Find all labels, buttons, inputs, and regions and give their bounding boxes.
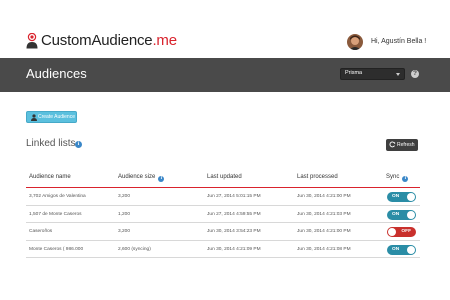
cell-audience-name: Caseroños (29, 229, 53, 235)
column-header-audience-name: Audience name (29, 174, 71, 180)
page-title: Audiences (26, 66, 87, 81)
top-bar: CustomAudience.me Hi, Agustín Bella ! (0, 0, 450, 58)
brand-logo[interactable]: CustomAudience.me (41, 32, 177, 49)
toggle-knob (407, 193, 415, 201)
linked-lists-table: Audience name Audience size i Last update… (26, 166, 420, 259)
column-header-last-updated: Last updated (207, 174, 242, 180)
table-row: Caseroños 3,200 Jun 30, 2014 3:54:23 PM … (26, 223, 420, 241)
cell-audience-name: 3,702 Amigos de Valentina (29, 194, 86, 199)
sync-toggle-label: ON (392, 194, 400, 199)
sync-toggle[interactable]: ON (387, 192, 416, 202)
cell-last-updated: Jun 30, 2014 4:21:09 PM (207, 246, 261, 252)
cell-audience-name: 1,507 de Monte Caseros (29, 211, 82, 217)
toggle-knob (388, 228, 396, 237)
section-title: Linked lists i (26, 138, 82, 149)
cell-audience-size: 2,600 (syncing) (118, 246, 151, 252)
table-row: 3,702 Amigos de Valentina 3,200 Jun 27, … (26, 188, 420, 206)
create-audience-label: Create Audience (38, 114, 75, 120)
cell-audience-size: 3,200 (118, 194, 131, 199)
account-select-value: Prisma (345, 70, 363, 76)
info-icon[interactable]: i (158, 176, 165, 182)
sync-toggle[interactable]: OFF (387, 227, 416, 238)
column-header-audience-size: Audience size i (118, 174, 165, 182)
cell-last-updated: Jun 27, 2014 4:59:55 PM (207, 211, 261, 217)
avatar[interactable] (347, 34, 363, 50)
page-header: Audiences Prisma ? (0, 58, 450, 92)
cell-last-processed: Jun 30, 2014 4:21:08 PM (297, 246, 351, 252)
column-header-sync: Sync i (386, 174, 409, 182)
user-greeting[interactable]: Hi, Agustín Bella ! (371, 38, 426, 45)
refresh-label: Refresh (397, 141, 415, 148)
sync-toggle-label: ON (392, 246, 400, 252)
account-select[interactable]: Prisma (340, 68, 405, 80)
info-icon[interactable]: i (402, 176, 409, 182)
refresh-button[interactable]: Refresh (386, 139, 418, 151)
sync-toggle-label: OFF (401, 229, 411, 235)
sync-toggle[interactable]: ON (387, 244, 416, 255)
create-audience-button[interactable]: Create Audience (26, 111, 77, 123)
column-header-last-processed: Last processed (297, 174, 338, 180)
table-row: Monte Caseros ( 986.000 2,600 (syncing) … (26, 241, 420, 259)
brand-name: CustomAudience (41, 32, 153, 49)
refresh-icon (389, 141, 396, 148)
cell-audience-name: Monte Caseros ( 986.000 (29, 246, 84, 252)
logo-icon (26, 33, 38, 49)
toggle-knob (407, 210, 415, 219)
cell-last-processed: Jun 30, 2014 4:21:00 PM (297, 194, 351, 199)
sync-toggle[interactable]: ON (387, 209, 416, 220)
sync-toggle-label: ON (392, 211, 400, 217)
cell-audience-size: 3,200 (118, 229, 131, 235)
brand-tld: .me (152, 32, 177, 49)
cell-last-processed: Jun 30, 2014 4:21:00 PM (297, 229, 351, 235)
table-header: Audience name Audience size i Last update… (26, 166, 420, 188)
cell-last-updated: Jun 27, 2014 5:01:15 PM (207, 194, 261, 199)
toggle-knob (407, 245, 415, 254)
table-row: 1,507 de Monte Caseros 1,200 Jun 27, 201… (26, 206, 420, 224)
cell-audience-size: 1,200 (118, 211, 131, 217)
cell-last-processed: Jun 30, 2014 4:21:03 PM (297, 211, 351, 217)
cell-last-updated: Jun 30, 2014 3:54:23 PM (207, 229, 261, 235)
section-title-text: Linked lists (26, 138, 76, 149)
info-icon[interactable]: i (75, 141, 82, 148)
user-icon (31, 114, 37, 121)
help-icon[interactable]: ? (411, 70, 419, 78)
chevron-down-icon (396, 73, 400, 76)
